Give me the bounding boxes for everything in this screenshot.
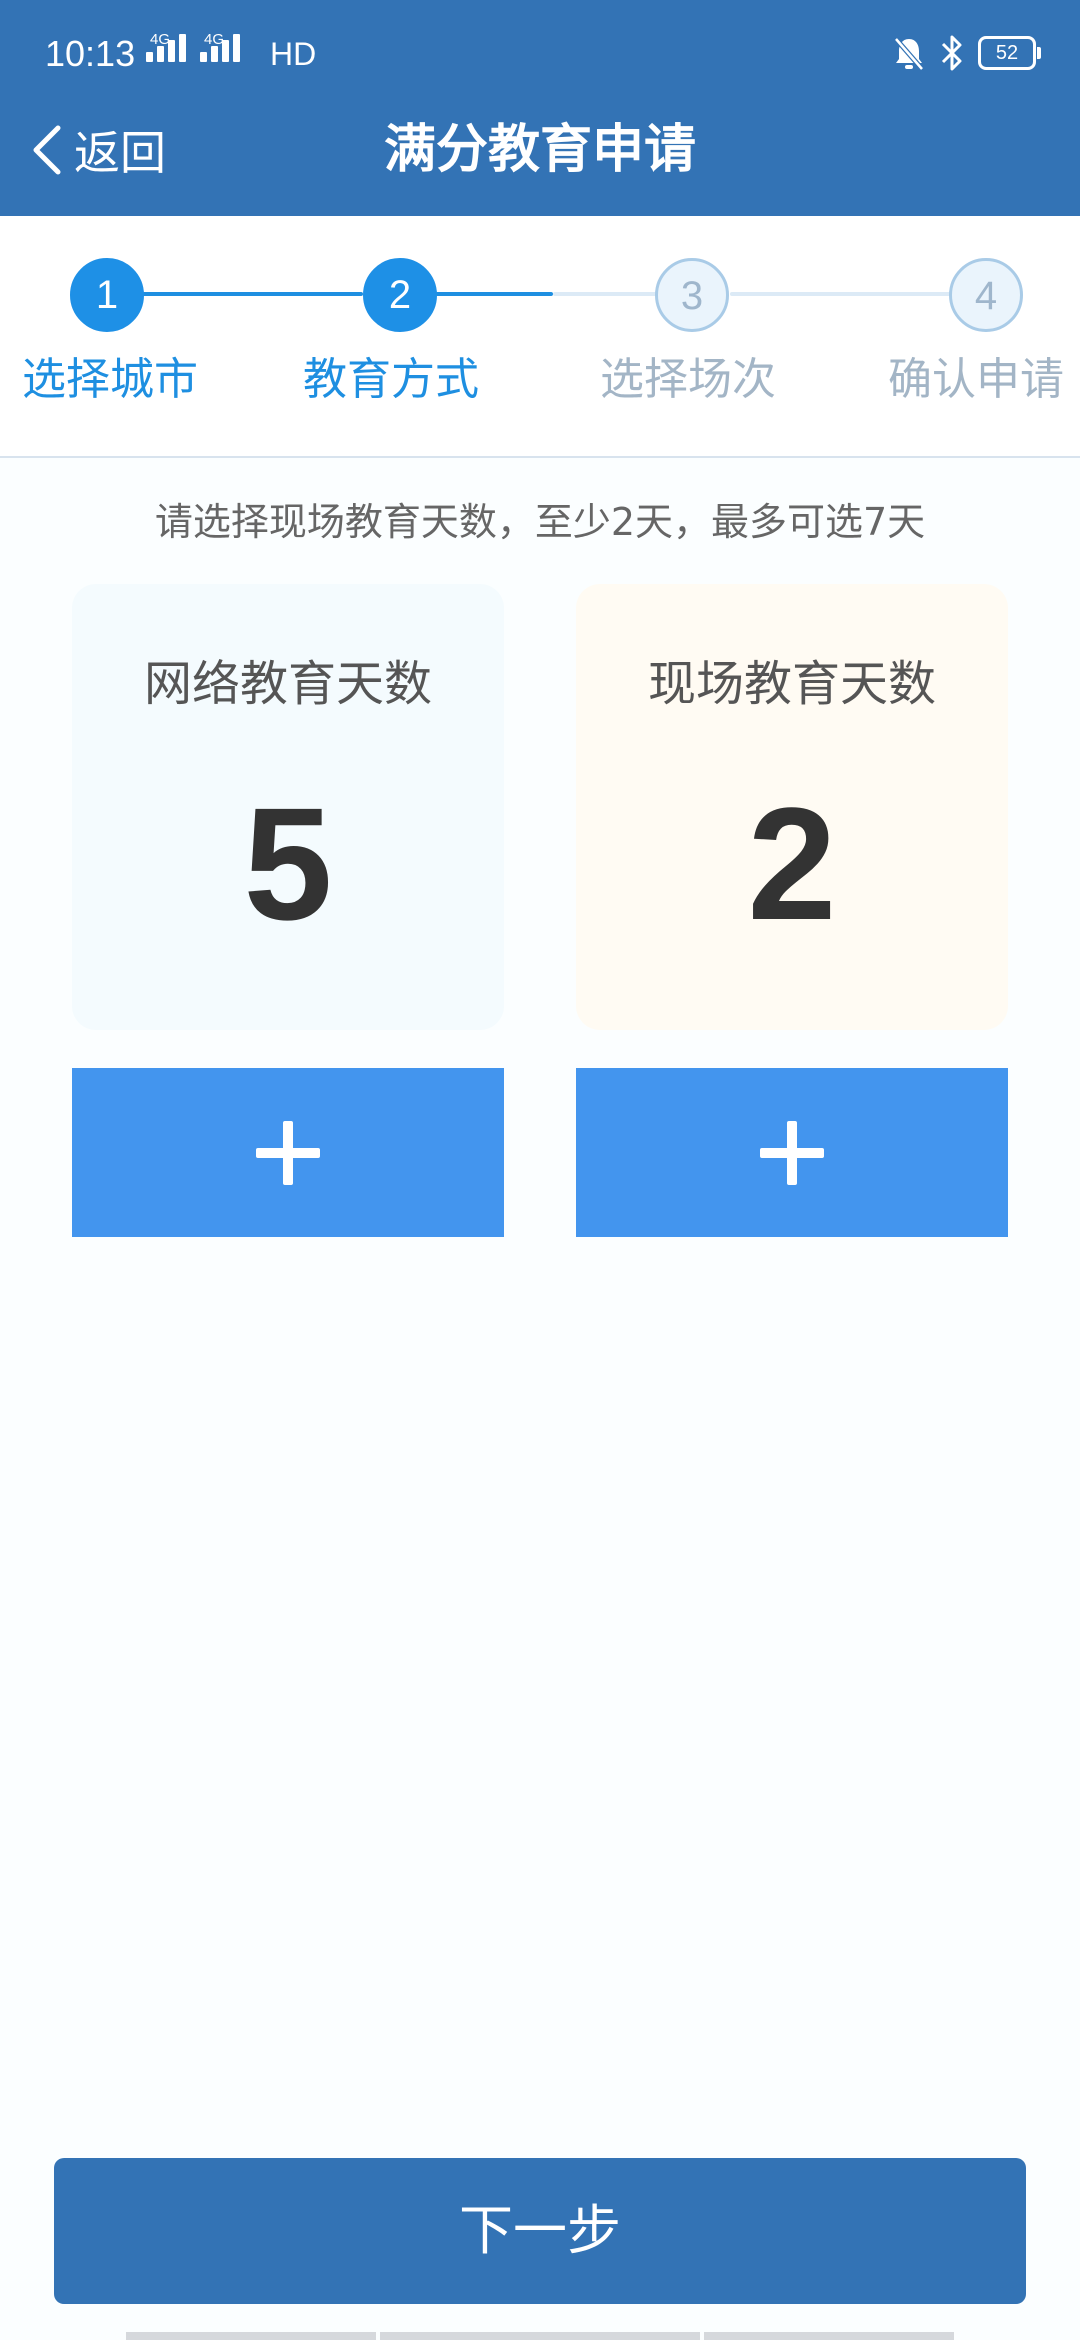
status-time: 10:13: [45, 33, 136, 74]
signal-indicators: 4G 4G: [146, 31, 240, 62]
network-type-label: 4G: [150, 31, 171, 48]
onsite-days-value: 2: [747, 774, 837, 953]
step-connector: [730, 292, 986, 296]
step-connector: [107, 292, 363, 296]
back-button[interactable]: 返回: [30, 110, 166, 190]
status-right-icons: 52: [892, 34, 1041, 72]
hd-indicator: HD: [270, 36, 317, 72]
mute-bell-icon: [894, 37, 924, 71]
bluetooth-icon: [941, 35, 962, 71]
onsite-days-card: 现场教育天数 2: [576, 584, 1008, 1030]
signal-icon: 4G: [146, 31, 186, 62]
online-days-title: 网络教育天数: [143, 656, 432, 712]
step-3-label: 选择场次: [600, 354, 776, 405]
next-step-button[interactable]: 下一步: [54, 2158, 1026, 2304]
step-2-label: 教育方式: [303, 354, 479, 405]
online-days-card: 网络教育天数 5: [72, 584, 504, 1030]
step-1-circle: 1: [70, 258, 144, 332]
plus-icon: [256, 1120, 320, 1185]
nav-bar: 满分教育申请 返回: [0, 110, 1080, 216]
battery-icon: 52: [978, 36, 1041, 70]
bottom-nav-indicator: [704, 2332, 954, 2340]
bottom-nav-indicator: [380, 2332, 700, 2340]
plus-icon: [760, 1120, 824, 1185]
status-bar: 10:13 4G 4G HD 52: [0, 0, 1080, 110]
step-indicator: 1 2 3 4 选择城市 教育方式 选择场次 确认申请: [0, 216, 1080, 458]
step-4-circle: 4: [949, 258, 1023, 332]
step-4-label: 确认申请: [888, 354, 1064, 405]
network-type-label: 4G: [204, 31, 225, 48]
instruction-text: 请选择现场教育天数，至少2天，最多可选7天: [154, 500, 926, 544]
onsite-days-increment-button[interactable]: [576, 1068, 1008, 1237]
back-label: 返回: [74, 126, 166, 180]
online-days-value: 5: [243, 774, 333, 953]
step-1-label: 选择城市: [22, 354, 198, 405]
bottom-nav-indicator: [126, 2332, 376, 2340]
chevron-left-icon: [33, 125, 61, 175]
online-days-increment-button[interactable]: [72, 1068, 504, 1237]
onsite-days-title: 现场教育天数: [647, 656, 936, 712]
step-3-circle: 3: [655, 258, 729, 332]
step-2-circle: 2: [363, 258, 437, 332]
app-header: 10:13 4G 4G HD 52 满分教育申请 返回: [0, 0, 1080, 216]
signal-icon: 4G: [200, 31, 240, 62]
